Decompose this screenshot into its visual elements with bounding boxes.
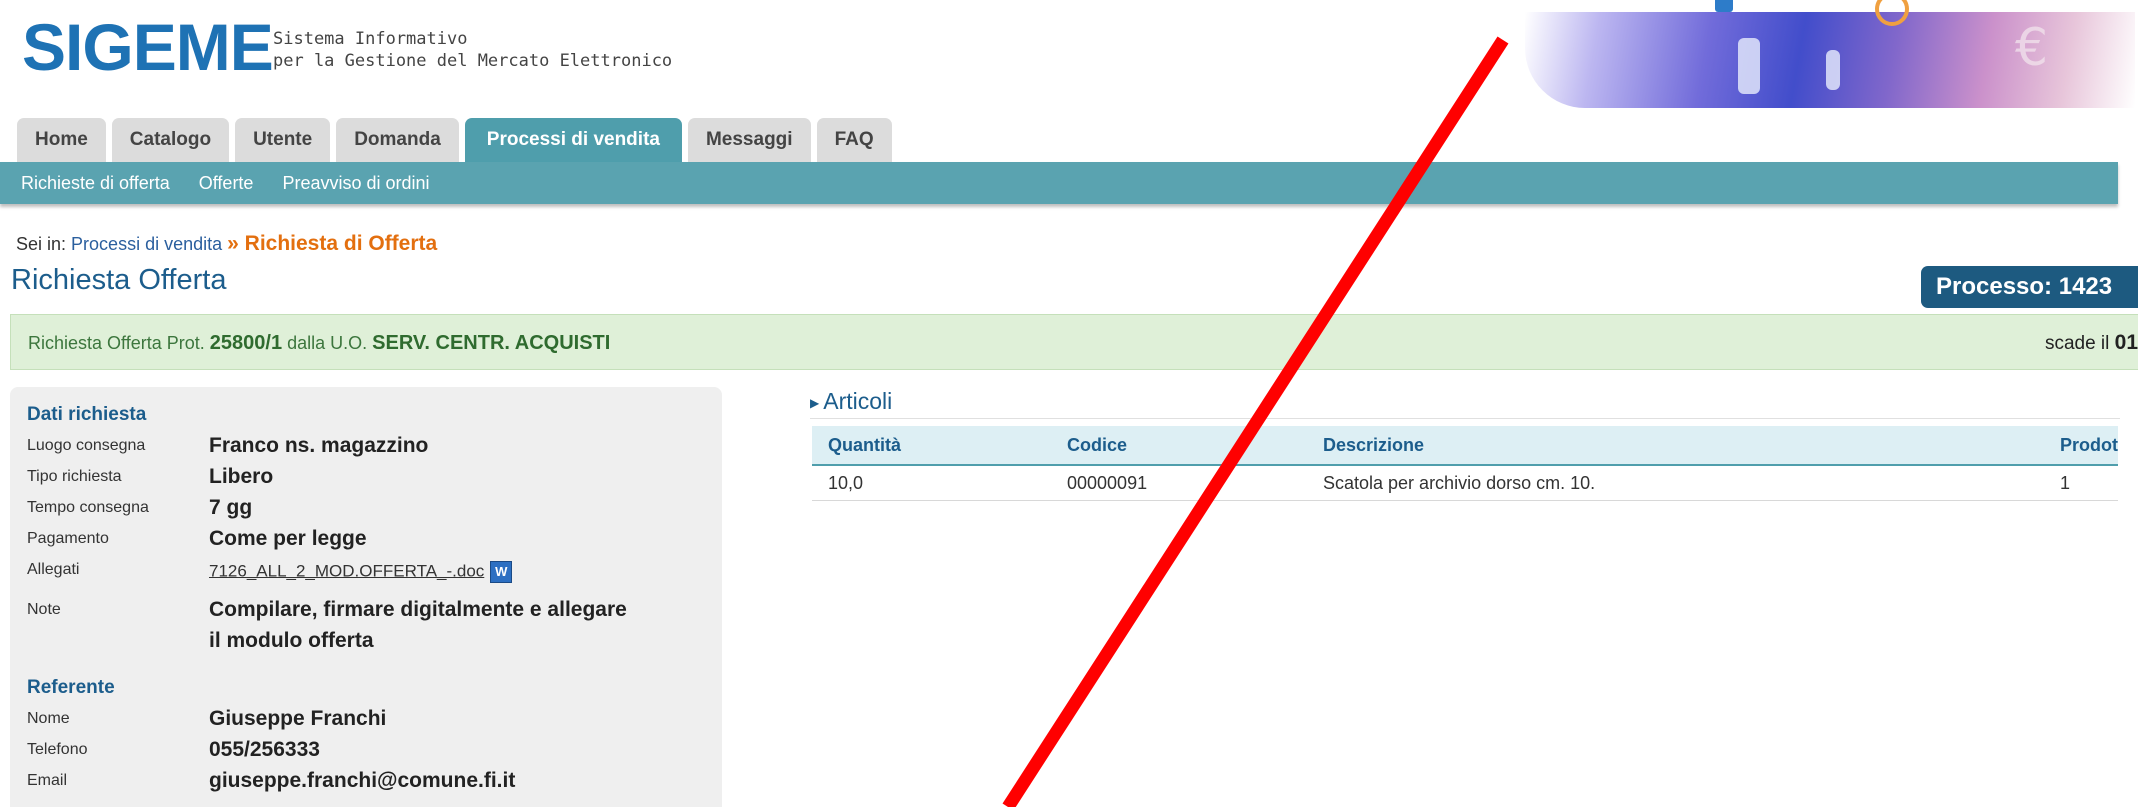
table-header: Quantità Codice Descrizione Prodot (812, 426, 2118, 466)
articoli-title-text: Articoli (823, 388, 893, 414)
attachment-filename[interactable]: 7126_ALL_2_MOD.OFFERTA_-.doc (209, 561, 484, 580)
section-dati-richiesta: Dati richiesta (27, 404, 147, 425)
attachment-link[interactable]: 7126_ALL_2_MOD.OFFERTA_-.doc W (209, 561, 513, 583)
label-telefono: Telefono (27, 741, 88, 758)
value-telefono: 055/256333 (209, 738, 320, 761)
label-tipo-richiesta: Tipo richiesta (27, 468, 122, 485)
page-title: Richiesta Offerta (11, 264, 227, 296)
value-email: giuseppe.franchi@comune.fi.it (209, 769, 516, 792)
tagline: Sistema Informativo per la Gestione del … (273, 28, 672, 72)
value-nome: Giuseppe Franchi (209, 707, 387, 730)
value-luogo-consegna: Franco ns. magazzino (209, 434, 429, 457)
articoli-section-title[interactable]: ▶ Articoli (810, 388, 892, 415)
info-text: Richiesta Offerta Prot. (28, 333, 205, 353)
tab-messaggi[interactable]: Messaggi (687, 118, 811, 162)
tab-processi-di-vendita[interactable]: Processi di vendita (464, 118, 682, 162)
request-details-panel: Dati richiesta Luogo consegna Franco ns.… (10, 387, 722, 807)
label-luogo-consegna: Luogo consegna (27, 437, 146, 454)
request-info-bar: Richiesta Offerta Prot. 25800/1 dalla U.… (10, 314, 2138, 370)
label-pagamento: Pagamento (27, 530, 109, 547)
expires-label: scade il (2044, 333, 2110, 354)
sigeme-logo[interactable]: SIGEME (22, 14, 274, 80)
organizational-unit: SERV. CENTR. ACQUISTI (372, 332, 611, 354)
tagline-line2: per la Gestione del Mercato Elettronico (273, 51, 673, 71)
euro-icon: € (2015, 18, 2049, 78)
value-note-line1: Compilare, firmare digitalmente e allega… (209, 598, 627, 621)
tab-utente[interactable]: Utente (235, 118, 331, 162)
tab-catalogo[interactable]: Catalogo (111, 118, 230, 162)
breadcrumb-current: » Richiesta di Offerta (227, 232, 438, 255)
tab-home[interactable]: Home (17, 118, 106, 162)
tab-faq[interactable]: FAQ (816, 118, 892, 162)
divider (810, 418, 2120, 419)
cell-codice: 00000091 (1067, 473, 1148, 493)
breadcrumb: Sei in: Processi di vendita » Richiesta … (16, 232, 437, 256)
user-icon (1715, 0, 1733, 12)
tab-domanda[interactable]: Domanda (336, 118, 459, 162)
main-tabs: Home Catalogo Utente Domanda Processi di… (17, 118, 892, 162)
value-tempo-consegna: 7 gg (209, 496, 253, 519)
column-header-descrizione: Descrizione (1323, 435, 1425, 455)
triangle-right-icon: ▶ (810, 395, 820, 410)
cell-descrizione: Scatola per archivio dorso cm. 10. (1323, 473, 1596, 493)
label-allegati: Allegati (27, 561, 80, 578)
cell-prodotto: 1 (2060, 473, 2071, 493)
column-header-prodotto: Prodot (2060, 435, 2118, 455)
process-badge: Processo: 1423 (1921, 266, 2138, 308)
section-referente: Referente (27, 677, 115, 698)
label-note: Note (27, 601, 61, 618)
cell-quantita: 10,0 (828, 473, 864, 493)
label-email: Email (27, 772, 68, 789)
subnav-offerte[interactable]: Offerte (199, 173, 254, 194)
header-banner-image: € (1455, 0, 2138, 112)
info-text-uo: dalla U.O. (287, 333, 368, 353)
breadcrumb-link[interactable]: Processi di vendita (71, 234, 222, 254)
column-header-codice: Codice (1067, 435, 1128, 455)
label-nome: Nome (27, 710, 70, 727)
label-tempo-consegna: Tempo consegna (27, 499, 149, 516)
protocol-number: 25800/1 (209, 332, 283, 354)
breadcrumb-prefix: Sei in: (16, 234, 67, 254)
value-pagamento: Come per legge (209, 527, 367, 550)
tagline-line1: Sistema Informativo (273, 29, 468, 49)
value-tipo-richiesta: Libero (209, 465, 274, 488)
sub-navigation: Richieste di offerta Offerte Preavviso d… (0, 162, 2118, 204)
column-header-quantita: Quantità (828, 435, 902, 455)
table-row[interactable]: 10,0 00000091 Scatola per archivio dorso… (812, 466, 2118, 501)
subnav-preavviso-di-ordini[interactable]: Preavviso di ordini (282, 173, 429, 194)
subnav-richieste-di-offerta[interactable]: Richieste di offerta (21, 173, 170, 194)
word-document-icon[interactable]: W (490, 561, 513, 583)
value-note-line2: il modulo offerta (209, 629, 374, 652)
expires-value: 01 (2114, 331, 2138, 354)
